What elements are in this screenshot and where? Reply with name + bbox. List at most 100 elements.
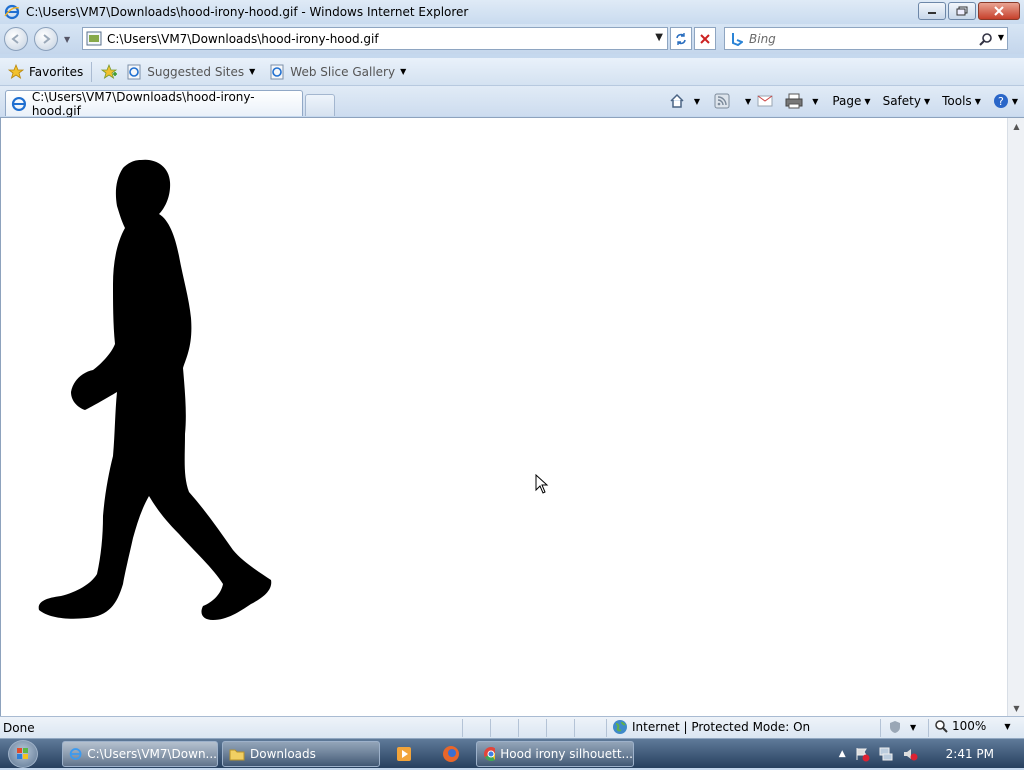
chevron-down-icon: ▼ [249,67,256,76]
firefox-icon [443,746,459,762]
chevron-down-icon[interactable]: ▼ [812,97,818,106]
web-slice-gallery-label: Web Slice Gallery [290,64,396,79]
system-tray: ▲ 2:41 PM [839,739,1024,769]
status-bar: Done Internet | Protected Mode: On ▼ 100… [0,716,1024,738]
read-mail-button[interactable] [757,95,773,107]
volume-muted-icon[interactable] [902,746,918,762]
back-button[interactable] [4,27,28,51]
print-icon [785,93,803,109]
chrome-icon [484,747,496,762]
protected-mode-toggle[interactable]: ▼ [888,720,916,734]
favorites-star-icon [8,63,24,79]
favorites-label: Favorites [29,64,84,79]
bing-icon [732,33,743,46]
security-zone-label: Internet | Protected Mode: On [632,720,811,734]
chevron-down-icon: ▼ [974,96,981,106]
media-player-icon[interactable] [396,746,412,765]
taskbar-item-label: Downloads [250,747,316,761]
status-divider [462,719,463,737]
command-bar: ▼ ▼ ▼ Page ▼ Safety ▼ Tools ▼ ? ▼ [669,91,1018,111]
taskbar-item-ie[interactable]: C:\Users\VM7\Down... [62,741,218,767]
clock[interactable]: 2:41 PM [946,747,994,761]
chevron-down-icon: ▼ [864,96,871,106]
safety-menu-label: Safety [882,94,921,108]
tools-menu[interactable]: Tools ▼ [942,94,981,108]
ie-page-icon [127,64,141,79]
minimize-button[interactable] [918,2,946,20]
status-divider [928,719,929,737]
internet-explorer-icon [11,96,27,111]
scroll-up-arrow-icon[interactable]: ▲ [1008,118,1024,134]
network-icon[interactable] [878,746,894,762]
chevron-down-icon: ▼ [923,96,931,106]
favorites-bar: Favorites Suggested Sites ▼ Web Slice Ga… [0,58,1024,86]
zoom-control[interactable]: 100% ▼ [934,719,1010,733]
security-zone[interactable]: Internet | Protected Mode: On [612,719,810,735]
page-menu[interactable]: Page ▼ [832,94,870,108]
suggested-sites-label: Suggested Sites [147,64,245,79]
navigation-bar: ▼ C:\Users\VM7\Downloads\hood-irony-hood… [0,24,1024,54]
internet-explorer-icon [69,748,82,760]
search-box[interactable]: Bing ▼ [724,27,1008,50]
scroll-down-arrow-icon[interactable]: ▼ [1008,700,1024,716]
suggested-sites-link[interactable]: Suggested Sites ▼ [126,64,255,80]
chevron-down-icon: ▼ [400,67,407,76]
page-content: ▲ ▼ [0,117,1024,716]
close-button[interactable] [978,2,1020,20]
minimize-icon [928,12,936,14]
feeds-button[interactable]: ▼ [714,93,751,109]
windows-logo-icon [17,748,28,759]
forward-arrow-icon [43,34,51,44]
favorites-button[interactable]: Favorites [8,63,84,80]
recent-pages-dropdown[interactable]: ▼ [64,35,70,44]
chevron-down-icon[interactable]: ▼ [745,97,751,106]
taskbar-item-downloads[interactable]: Downloads [222,741,380,767]
start-button[interactable] [8,740,38,768]
web-slice-gallery-link[interactable]: Web Slice Gallery ▼ [269,64,406,80]
page-menu-label: Page [832,94,862,108]
window-title: C:\Users\VM7\Downloads\hood-irony-hood.g… [26,5,469,19]
new-tab-button[interactable] [305,94,335,116]
rss-feed-icon [714,93,730,109]
action-center-flag-icon[interactable] [854,746,870,762]
vertical-scrollbar[interactable]: ▲ ▼ [1007,118,1024,716]
title-bar: C:\Users\VM7\Downloads\hood-irony-hood.g… [0,0,1024,24]
address-bar[interactable]: C:\Users\VM7\Downloads\hood-irony-hood.g… [82,27,668,50]
mouse-cursor-icon [535,474,549,494]
forward-button[interactable] [34,27,58,51]
status-divider [518,719,519,737]
chevron-down-icon[interactable]: ▼ [694,97,700,106]
search-options-dropdown[interactable]: ▼ [998,33,1004,42]
firefox-icon[interactable] [442,745,460,766]
taskbar: C:\Users\VM7\Down... Downloads Hood iron… [0,738,1024,768]
folder-icon [229,749,245,761]
show-hidden-icons-icon[interactable]: ▲ [839,749,846,759]
search-icon[interactable] [979,32,993,46]
mail-icon [757,95,773,107]
restore-button[interactable] [948,2,976,20]
home-button[interactable]: ▼ [669,93,700,109]
search-placeholder: Bing [749,31,776,46]
safety-menu[interactable]: Safety ▼ [883,94,931,108]
chevron-down-icon: ▼ [1011,96,1018,106]
zoom-level: 100% [952,719,987,733]
refresh-icon [676,32,686,45]
chevron-down-icon: ▼ [1004,721,1011,731]
tools-menu-label: Tools [942,94,972,108]
status-divider [490,719,491,737]
restore-icon [956,6,968,16]
refresh-button[interactable] [670,27,692,50]
address-dropdown-icon[interactable]: ▼ [655,32,663,43]
back-arrow-icon [11,34,19,44]
media-player-icon [397,747,411,761]
print-button[interactable]: ▼ [785,93,818,109]
stop-icon [700,33,710,44]
taskbar-item-chrome[interactable]: Hood irony silhouett... [476,741,634,767]
add-to-favorites-bar-button[interactable] [100,63,118,80]
help-button[interactable]: ? ▼ [993,93,1018,109]
help-icon: ? [993,94,1008,108]
taskbar-item-label: Hood irony silhouett... [500,747,633,761]
tab-current[interactable]: C:\Users\VM7\Downloads\hood-irony-hood.g… [5,90,303,118]
status-divider [574,719,575,737]
stop-button[interactable] [694,27,716,50]
